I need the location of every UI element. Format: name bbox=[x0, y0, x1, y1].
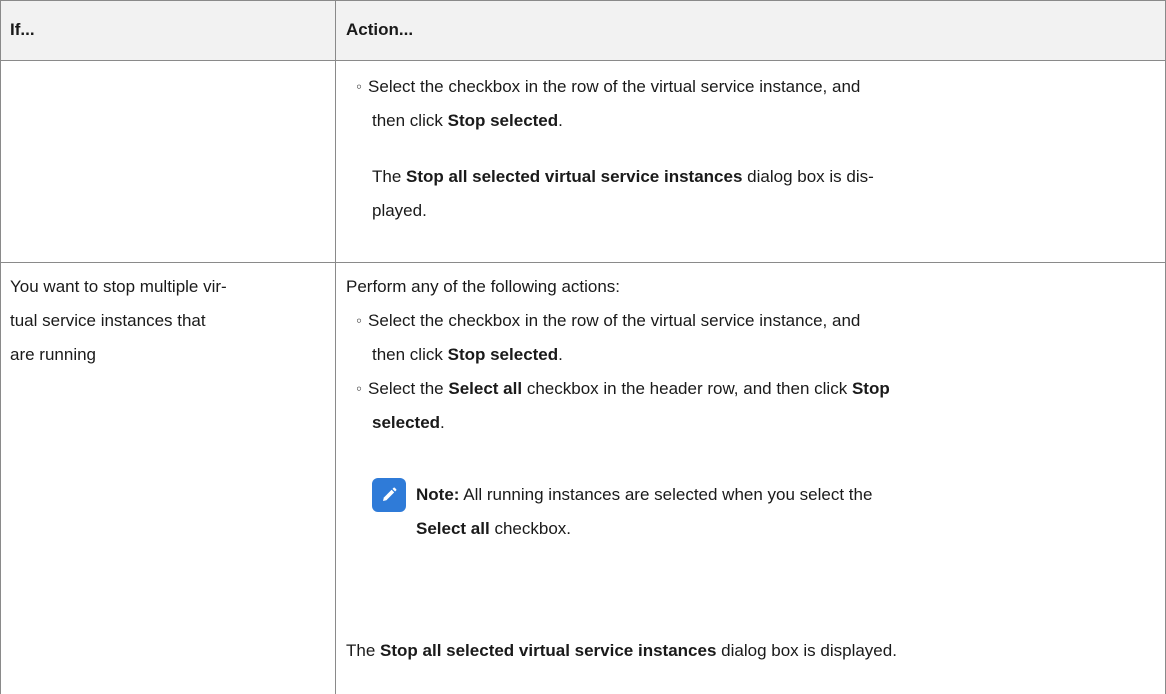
note-text: Note: All running instances are selected… bbox=[416, 485, 873, 504]
result-text-continuation: played. bbox=[372, 201, 427, 220]
list-item: ◦ Select the checkbox in the row of the v… bbox=[356, 77, 861, 96]
bullet-icon: ◦ bbox=[356, 311, 363, 330]
column-divider bbox=[335, 0, 336, 694]
condition-line: tual service instances that bbox=[10, 311, 206, 330]
action-intro: Perform any of the following actions: bbox=[346, 277, 621, 296]
list-item-continuation: then click Stop selected. bbox=[372, 345, 563, 364]
row-divider bbox=[0, 262, 1166, 263]
list-item: ◦ Select the checkbox in the row of the v… bbox=[356, 311, 861, 330]
condition-line: are running bbox=[10, 345, 97, 364]
document-table: If... Action... ◦ Select the checkbox in … bbox=[0, 0, 1166, 694]
list-item-continuation: selected. bbox=[372, 413, 445, 432]
result-text: The Stop all selected virtual service in… bbox=[372, 167, 874, 186]
pencil-icon bbox=[372, 478, 406, 512]
note-text-continuation: Select all checkbox. bbox=[416, 519, 571, 538]
header-if: If... bbox=[10, 20, 35, 39]
bullet-icon: ◦ bbox=[356, 77, 363, 96]
header-divider bbox=[0, 60, 1166, 61]
list-item: ◦ Select the Select all checkbox in the h… bbox=[356, 379, 890, 398]
table-left-border bbox=[0, 0, 1, 694]
table-top-border bbox=[0, 0, 1166, 1]
list-item-continuation: then click Stop selected. bbox=[372, 111, 563, 130]
result-text: The Stop all selected virtual service in… bbox=[346, 641, 897, 660]
table-header-row bbox=[0, 0, 1166, 60]
bullet-icon: ◦ bbox=[356, 379, 363, 398]
condition-line: You want to stop multiple vir- bbox=[10, 277, 227, 296]
header-action: Action... bbox=[346, 20, 414, 39]
